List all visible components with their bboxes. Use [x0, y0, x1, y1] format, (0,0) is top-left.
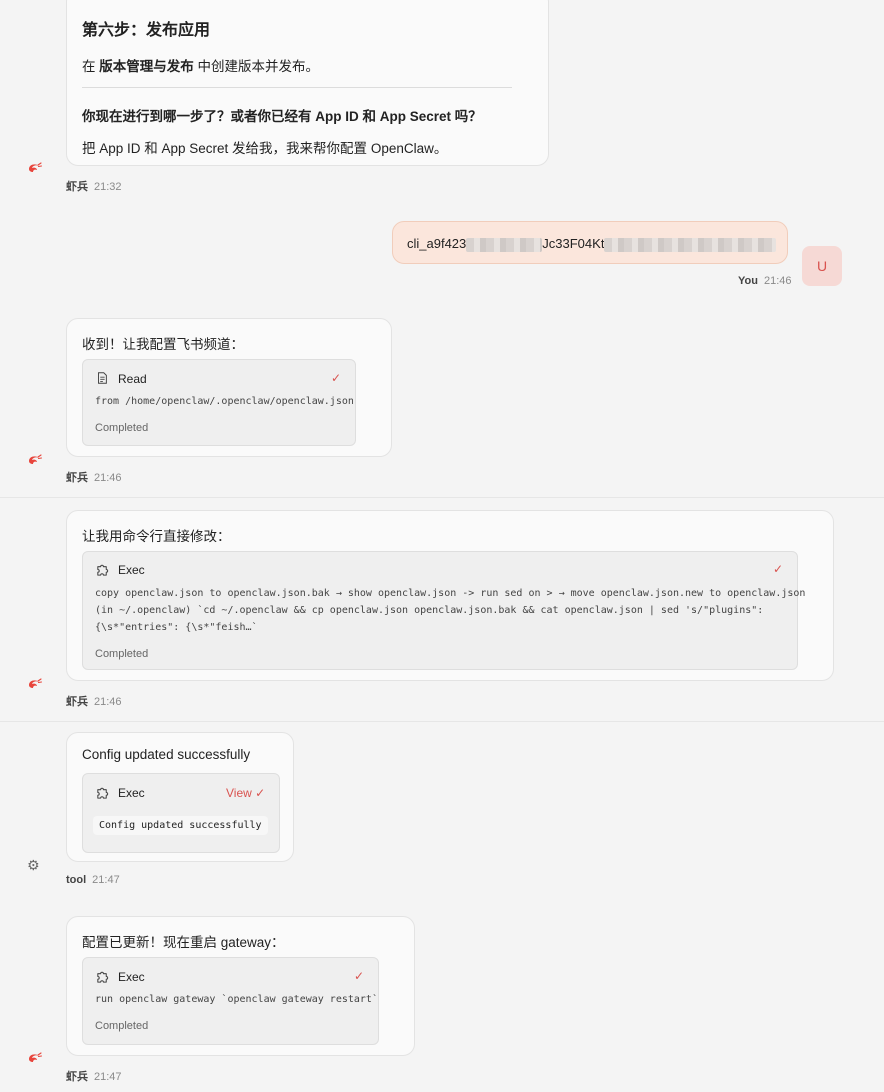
- tool-card-exec-result[interactable]: Exec View ✓ Config updated successfully: [82, 773, 280, 853]
- step6-line: 在 版本管理与发布 中创建版本并发布。: [82, 59, 320, 74]
- timestamp: 21:46: [94, 472, 122, 484]
- redacted-blur: [604, 237, 777, 252]
- tool-detail: from /home/openclaw/.openclaw/openclaw.j…: [95, 396, 354, 407]
- tool-status: Completed: [95, 422, 149, 434]
- user-message-bubble: cli_a9f423 Jc33F04Kt: [392, 221, 788, 264]
- tool-output: Config updated successfully: [93, 816, 268, 835]
- group-divider: [0, 721, 884, 722]
- message-text: Config updated successfully: [82, 747, 251, 762]
- tool-status: Completed: [95, 648, 149, 660]
- sender-label: 虾兵 21:47: [66, 1071, 122, 1083]
- view-button[interactable]: View ✓: [226, 786, 265, 800]
- timestamp: 21:47: [92, 874, 120, 886]
- check-icon: ✓: [354, 969, 365, 983]
- tool-name: Exec: [118, 563, 145, 577]
- shrimp-icon: [26, 452, 42, 468]
- document-icon: [95, 371, 109, 385]
- tool-card-read[interactable]: Read ✓ from /home/openclaw/.openclaw/ope…: [82, 359, 356, 446]
- sender-label: You 21:46: [738, 275, 792, 287]
- tool-detail-line3: {\s*"entries": {\s*"feish…`: [95, 622, 258, 633]
- shrimp-icon: [26, 160, 42, 176]
- timestamp: 21:46: [94, 696, 122, 708]
- shrimp-icon: [26, 1050, 42, 1066]
- step6-heading: 第六步：发布应用: [82, 22, 211, 39]
- user-message-text: cli_a9f423 Jc33F04Kt: [407, 236, 777, 252]
- tool-name: Exec: [118, 970, 145, 984]
- tool-status: Completed: [95, 1020, 149, 1032]
- shrimp-icon: [26, 676, 42, 692]
- tool-card-exec[interactable]: Exec ✓ copy openclaw.json to openclaw.js…: [82, 551, 805, 670]
- message-bubble-step6: 第六步：发布应用 在 版本管理与发布 中创建版本并发布。 你现在进行到哪一步了？…: [66, 0, 549, 166]
- puzzle-icon: [95, 969, 110, 984]
- message-text: 收到！让我配置飞书频道：: [82, 337, 244, 352]
- message-bubble-restart: 配置已更新！现在重启 gateway： Exec ✓ run openclaw …: [66, 916, 415, 1056]
- sender-label: 虾兵 21:32: [66, 181, 122, 193]
- tool-detail: run openclaw gateway `openclaw gateway r…: [95, 994, 378, 1005]
- puzzle-icon: [95, 785, 110, 800]
- tool-name: Read: [118, 372, 147, 386]
- timestamp: 21:32: [94, 181, 122, 193]
- puzzle-icon: [95, 562, 110, 577]
- bubble-divider: [82, 87, 512, 88]
- tool-card-exec-restart[interactable]: Exec ✓ run openclaw gateway `openclaw ga…: [82, 957, 379, 1045]
- check-icon: ✓: [773, 562, 784, 576]
- message-bubble-tool-result: Config updated successfully Exec View ✓ …: [66, 732, 294, 862]
- check-icon: ✓: [331, 371, 342, 385]
- sender-label: 虾兵 21:46: [66, 696, 122, 708]
- message-bubble-exec-sed: 让我用命令行直接修改： Exec ✓ copy openclaw.json to…: [66, 510, 834, 681]
- sender-label: tool 21:47: [66, 874, 120, 886]
- redacted-blur: [466, 237, 543, 252]
- user-avatar: U: [802, 246, 842, 286]
- tool-name: Exec: [118, 786, 145, 800]
- tool-detail-line1: copy openclaw.json to openclaw.json.bak …: [95, 588, 806, 599]
- group-divider: [0, 497, 884, 498]
- check-icon: ✓: [255, 786, 266, 800]
- message-bubble-read: 收到！让我配置飞书频道： Read ✓ from /home/openclaw/…: [66, 318, 392, 457]
- sender-label: 虾兵 21:46: [66, 472, 122, 484]
- message-text: 让我用命令行直接修改：: [82, 529, 231, 544]
- gear-icon: ⚙: [27, 857, 40, 873]
- message-text: 配置已更新！现在重启 gateway：: [82, 935, 285, 950]
- timestamp: 21:46: [763, 275, 792, 287]
- question-text: 你现在进行到哪一步了？或者你已经有 App ID 和 App Secret 吗？: [82, 109, 482, 124]
- timestamp: 21:47: [94, 1071, 122, 1083]
- instruction-text: 把 App ID 和 App Secret 发给我，我来帮你配置 OpenCla…: [82, 141, 448, 156]
- tool-detail-line2: (in ~/.openclaw) `cd ~/.openclaw && cp o…: [95, 605, 764, 616]
